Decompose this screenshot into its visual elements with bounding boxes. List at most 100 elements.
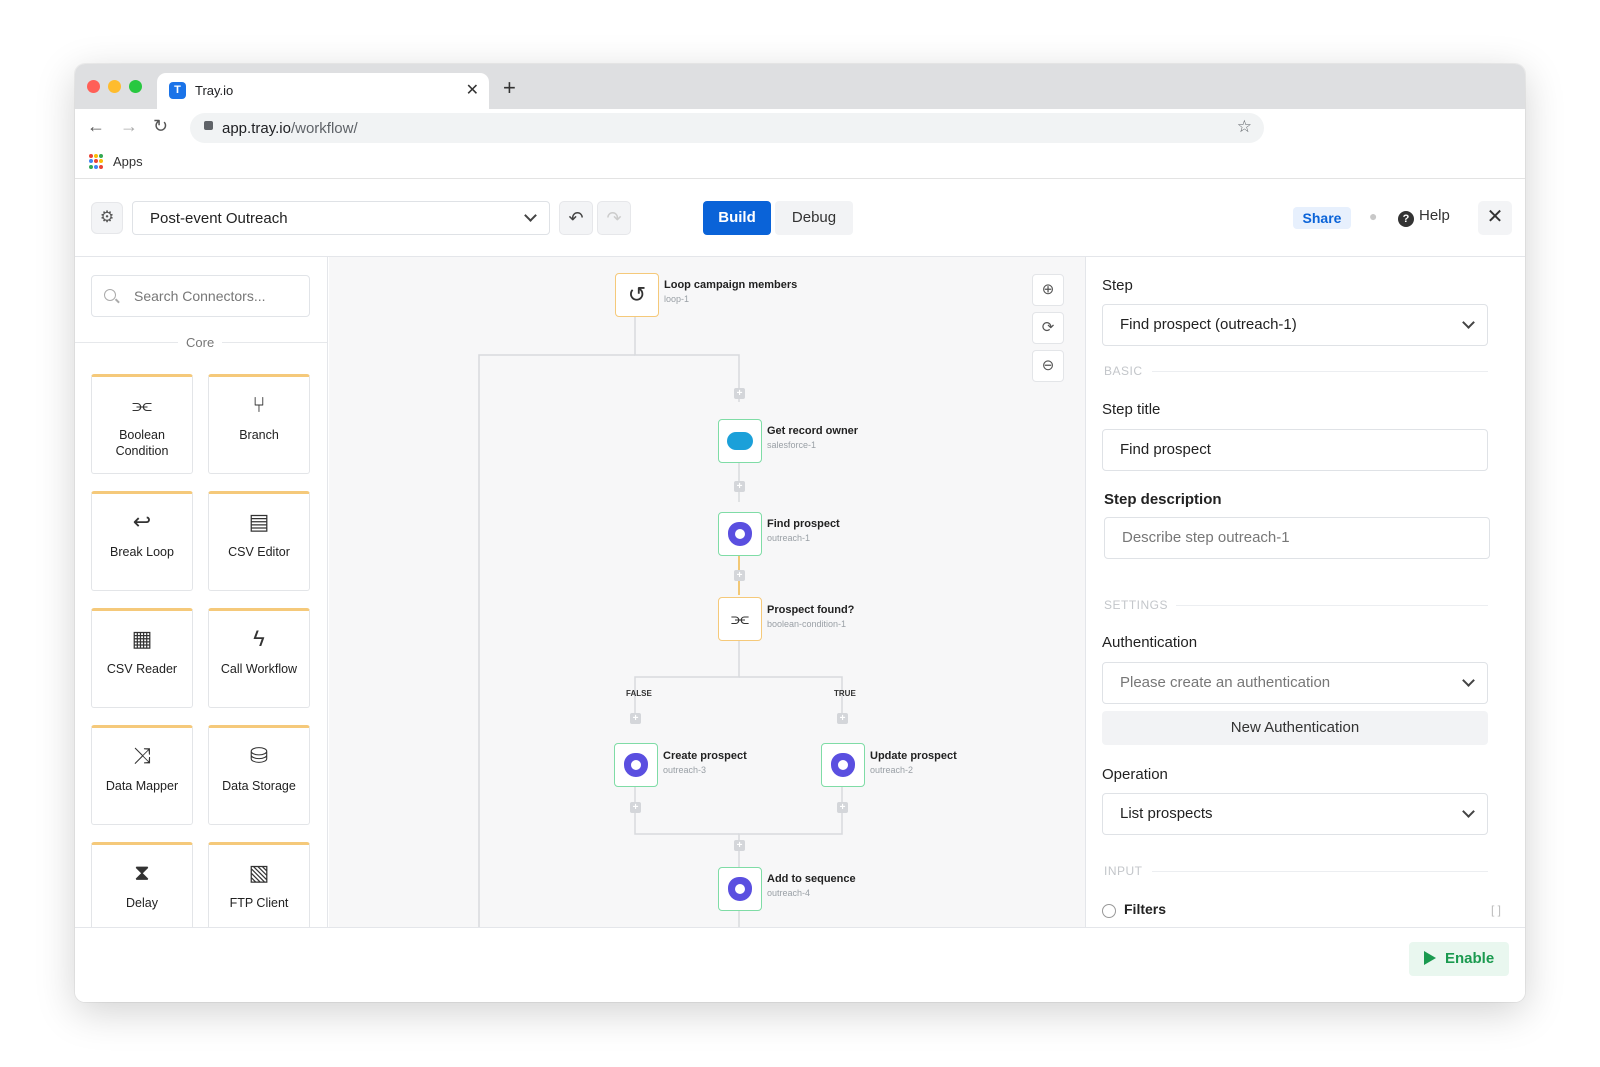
settings-gear-icon[interactable]: ⚙ xyxy=(91,202,123,234)
workflow-select[interactable]: Post-event Outreach xyxy=(132,201,550,235)
connector-csv-reader[interactable]: ▦ CSV Reader xyxy=(91,608,193,708)
close-editor-icon[interactable]: ✕ xyxy=(1478,201,1512,235)
node-id: outreach-2 xyxy=(870,765,914,775)
filters-label: Filters xyxy=(1124,901,1167,917)
node-id: salesforce-1 xyxy=(767,440,817,450)
filters-type: [ ] xyxy=(1490,903,1501,917)
boolean-condition-icon: ⫘ xyxy=(731,608,749,630)
undo-icon[interactable]: ↶ xyxy=(559,201,593,235)
step-description-label: Step description xyxy=(1104,491,1222,508)
back-icon[interactable]: ← xyxy=(87,116,105,137)
maximize-window-dot[interactable] xyxy=(129,80,142,93)
notification-bell-icon[interactable]: ● xyxy=(1369,208,1377,224)
get-record-owner-node[interactable] xyxy=(718,419,762,463)
branch-true-label: TRUE xyxy=(834,689,856,698)
step-description-input[interactable]: Describe step outreach-1 xyxy=(1104,517,1490,559)
build-tab-button[interactable]: Build xyxy=(703,201,771,235)
connector-ftp-client[interactable]: ▧ FTP Client xyxy=(208,842,310,927)
bookmark-star-icon[interactable]: ☆ xyxy=(1237,117,1252,137)
chevron-down-icon xyxy=(524,209,537,222)
add-to-sequence-node[interactable] xyxy=(718,867,762,911)
section-input: INPUT xyxy=(1104,864,1143,878)
add-step-icon[interactable]: + xyxy=(837,802,848,813)
data-mapper-icon: ⤨ xyxy=(133,743,151,768)
help-icon: ? xyxy=(1398,211,1414,227)
connector-call-workflow[interactable]: ϟ Call Workflow xyxy=(208,608,310,708)
debug-tab-button[interactable]: Debug xyxy=(775,201,853,235)
loop-icon: ↺ xyxy=(627,282,647,307)
add-step-icon[interactable]: + xyxy=(837,713,848,724)
step-select[interactable]: Find prospect (outreach-1) xyxy=(1102,304,1488,346)
browser-tab[interactable]: T Tray.io ✕ xyxy=(157,73,489,109)
branch-icon: ⑂ xyxy=(252,392,266,417)
new-tab-icon[interactable]: + xyxy=(503,77,516,99)
redo-icon[interactable]: ↷ xyxy=(597,201,631,235)
boolean-condition-icon: ⫘ xyxy=(132,392,152,417)
node-title: Add to sequence xyxy=(767,873,856,885)
tray-favicon-icon: T xyxy=(169,82,186,99)
data-storage-icon: ⛁ xyxy=(249,743,269,768)
help-button[interactable]: ? Help xyxy=(1398,207,1450,227)
update-prospect-node[interactable] xyxy=(821,743,865,787)
tab-close-icon[interactable]: ✕ xyxy=(466,80,479,100)
reload-icon[interactable]: ↻ xyxy=(153,116,168,137)
play-icon xyxy=(1424,951,1436,965)
loop-node[interactable]: ↺ xyxy=(615,273,659,317)
create-prospect-node[interactable] xyxy=(614,743,658,787)
filters-toggle[interactable] xyxy=(1102,904,1116,918)
outreach-icon xyxy=(623,752,649,778)
connector-data-storage[interactable]: ⛁ Data Storage xyxy=(208,725,310,825)
branch-false-label: FALSE xyxy=(626,689,652,698)
search-icon xyxy=(104,289,116,301)
connector-branch[interactable]: ⑂ Branch xyxy=(208,374,310,474)
add-step-icon[interactable]: + xyxy=(734,840,745,851)
browser-window: T Tray.io ✕ + ← → ↻ app.tray.io/workflow… xyxy=(75,64,1525,1002)
chevron-down-icon xyxy=(1462,805,1475,818)
divider xyxy=(1152,371,1488,372)
tab-title: Tray.io xyxy=(195,83,234,98)
step-label: Step xyxy=(1102,277,1133,294)
operation-select[interactable]: List prospects xyxy=(1102,793,1488,835)
workflow-canvas[interactable]: ↺ Loop campaign members loop-1 + Get rec… xyxy=(329,257,1085,927)
reset-zoom-icon[interactable]: ⟳ xyxy=(1032,312,1064,344)
browser-tabbar: T Tray.io ✕ + xyxy=(75,64,1525,109)
step-title-label: Step title xyxy=(1102,401,1161,418)
close-window-dot[interactable] xyxy=(87,80,100,93)
connector-csv-editor[interactable]: ▤ CSV Editor xyxy=(208,491,310,591)
chevron-down-icon xyxy=(1462,316,1475,329)
share-button[interactable]: Share xyxy=(1293,207,1351,229)
connector-delay[interactable]: ⧗ Delay xyxy=(91,842,193,927)
add-step-icon[interactable]: + xyxy=(734,481,745,492)
address-bar[interactable]: app.tray.io/workflow/ ☆ xyxy=(190,113,1264,143)
node-id: outreach-1 xyxy=(767,533,811,543)
node-title: Get record owner xyxy=(767,425,859,437)
authentication-select[interactable]: Please create an authentication xyxy=(1102,662,1488,704)
browser-toolbar: ← → ↻ app.tray.io/workflow/ ☆ xyxy=(75,109,1525,147)
app-header: ⚙ Post-event Outreach ↶ ↷ Build Debug Sh… xyxy=(75,180,1525,257)
add-step-icon[interactable]: + xyxy=(630,713,641,724)
apps-bookmark[interactable]: Apps xyxy=(113,154,143,169)
new-authentication-button[interactable]: New Authentication xyxy=(1102,711,1488,745)
node-id: outreach-4 xyxy=(767,888,811,898)
search-connectors-input[interactable]: Search Connectors... xyxy=(91,275,310,317)
authentication-label: Authentication xyxy=(1102,634,1198,651)
step-title-input[interactable]: Find prospect xyxy=(1102,429,1488,471)
minimize-window-dot[interactable] xyxy=(108,80,121,93)
apps-grid-icon[interactable] xyxy=(89,154,104,169)
delay-icon: ⧗ xyxy=(134,860,150,885)
connector-boolean-condition[interactable]: ⫘ Boolean Condition xyxy=(91,374,193,474)
connector-break-loop[interactable]: ↩ Break Loop xyxy=(91,491,193,591)
find-prospect-node[interactable] xyxy=(718,512,762,556)
add-step-icon[interactable]: + xyxy=(734,570,745,581)
zoom-in-icon[interactable]: ⊕ xyxy=(1032,274,1064,306)
add-step-icon[interactable]: + xyxy=(734,388,745,399)
forward-icon[interactable]: → xyxy=(120,116,138,137)
prospect-found-node[interactable]: ⫘ xyxy=(718,597,762,641)
chevron-down-icon xyxy=(1462,674,1475,687)
zoom-out-icon[interactable]: ⊖ xyxy=(1032,350,1064,382)
connector-group-label: Core xyxy=(178,335,223,350)
enable-button[interactable]: Enable xyxy=(1409,942,1509,976)
connector-data-mapper[interactable]: ⤨ Data Mapper xyxy=(91,725,193,825)
add-step-icon[interactable]: + xyxy=(630,802,641,813)
call-workflow-icon: ϟ xyxy=(253,626,265,651)
